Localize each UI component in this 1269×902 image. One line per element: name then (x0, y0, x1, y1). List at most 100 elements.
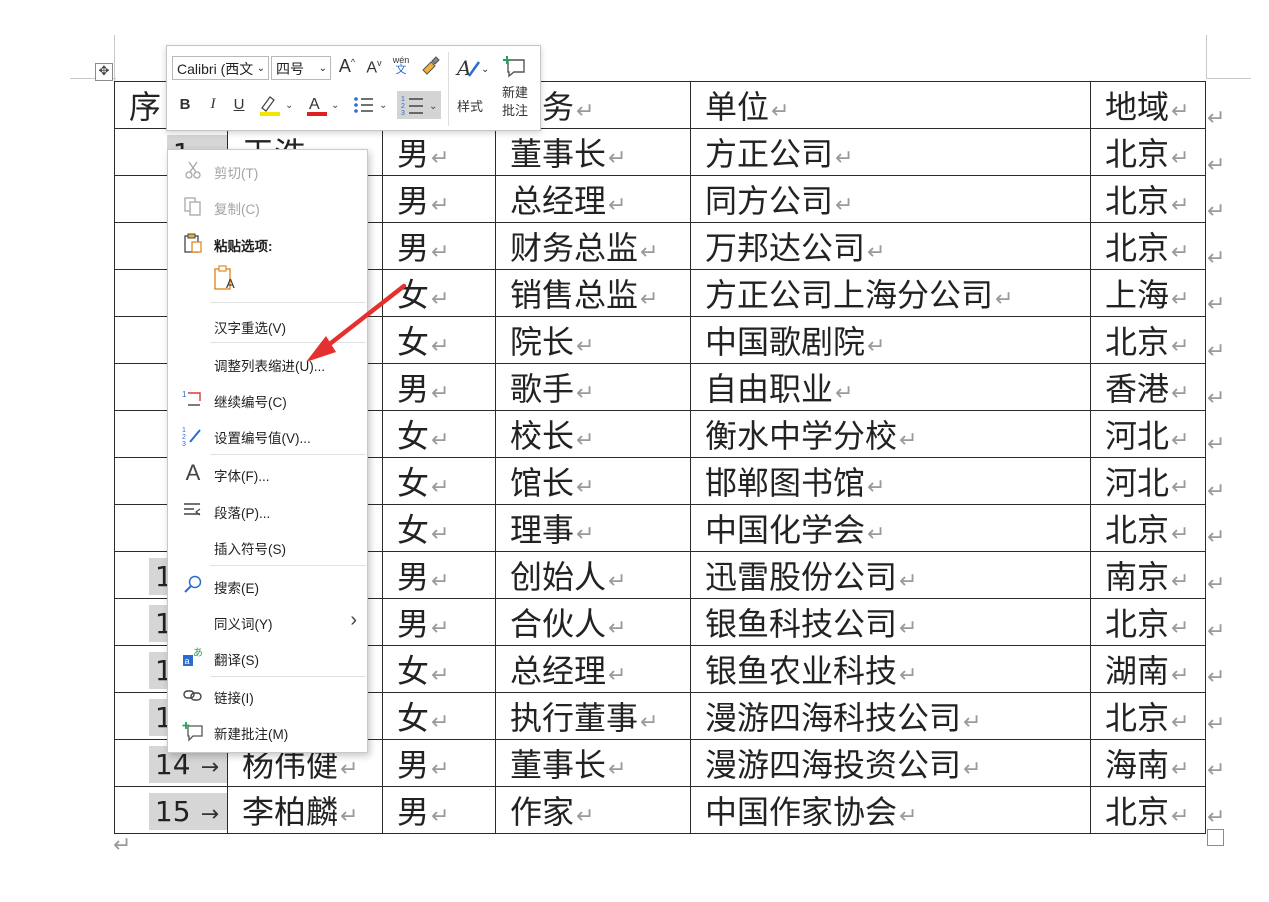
cell-gender[interactable]: 女↵ (382, 692, 496, 740)
cell-title[interactable]: 理事↵ (495, 504, 691, 552)
cell-org[interactable]: 漫游四海科技公司↵ (690, 692, 1091, 740)
context-menu-item[interactable]: 1 2 3 设置编号值(V)... (168, 420, 367, 450)
cell-title[interactable]: 执行董事↵ (495, 692, 691, 740)
cell-title[interactable]: 总经理↵ (495, 175, 691, 223)
context-menu-item[interactable]: A 字体(F)... (168, 458, 367, 488)
font-name-box[interactable]: Calibri (西文 ⌄ (172, 56, 269, 80)
cell-region[interactable]: 湖南↵ (1090, 645, 1206, 693)
number-cell[interactable]: 15 → (114, 786, 228, 834)
font-size-box[interactable]: 四号 ⌄ (271, 56, 331, 80)
cell-title[interactable]: 董事长↵ (495, 128, 691, 176)
cell-org[interactable]: 迅雷股份公司↵ (690, 551, 1091, 599)
cell-region[interactable]: 北京↵ (1090, 598, 1206, 646)
styles-label[interactable]: 样式 (453, 96, 487, 115)
cell-org[interactable]: 同方公司↵ (690, 175, 1091, 223)
cell-title[interactable]: 总经理↵ (495, 645, 691, 693)
cell-title[interactable]: 销售总监↵ (495, 269, 691, 317)
cell-region[interactable]: 香港↵ (1090, 363, 1206, 411)
grow-font-button[interactable]: A^ (337, 56, 357, 77)
font-color-button[interactable]: A ⌄ (305, 92, 341, 122)
cell-gender[interactable]: 男↵ (382, 598, 496, 646)
cell-end-mark: ↵ (835, 146, 854, 171)
paste-keep-text-only-button[interactable]: A (212, 264, 240, 294)
context-menu-item[interactable]: 汉字重选(V) (168, 310, 367, 340)
cell-gender[interactable]: 男↵ (382, 222, 496, 270)
cell-region[interactable]: 北京↵ (1090, 692, 1206, 740)
cell-title[interactable]: 合伙人↵ (495, 598, 691, 646)
cell-gender[interactable]: 男↵ (382, 128, 496, 176)
shrink-font-button[interactable]: Av (364, 58, 384, 77)
cell-title[interactable]: 董事长↵ (495, 739, 691, 787)
cell-org[interactable]: 中国化学会↵ (690, 504, 1091, 552)
italic-button[interactable]: I (205, 96, 221, 113)
cell-org[interactable]: 中国歌剧院↵ (690, 316, 1091, 364)
cell-region[interactable]: 南京↵ (1090, 551, 1206, 599)
cell-gender[interactable]: 男↵ (382, 175, 496, 223)
styles-button[interactable]: A ⌄ (455, 56, 491, 84)
table-move-handle[interactable]: ✥ (95, 63, 113, 81)
cell-gender[interactable]: 男↵ (382, 551, 496, 599)
cell-org[interactable]: 衡水中学分校↵ (690, 410, 1091, 458)
header-cell[interactable]: 地域↵ (1090, 81, 1206, 129)
highlight-button[interactable]: ⌄ (257, 92, 295, 122)
context-menu-item[interactable]: 段落(P)... (168, 495, 367, 525)
cell-region[interactable]: 海南↵ (1090, 739, 1206, 787)
phonetic-guide-button[interactable]: wén 文 (390, 55, 412, 76)
cell-region[interactable]: 河北↵ (1090, 410, 1206, 458)
table-resize-handle[interactable] (1207, 829, 1224, 846)
cell-org[interactable]: 漫游四海投资公司↵ (690, 739, 1091, 787)
format-painter-button[interactable] (419, 54, 441, 80)
context-menu-item[interactable]: 插入符号(S) (168, 531, 367, 561)
cell-gender[interactable]: 男↵ (382, 363, 496, 411)
cell-region[interactable]: 北京↵ (1090, 786, 1206, 834)
context-menu-item[interactable]: 剪切(T) (168, 155, 367, 185)
cell-title[interactable]: 院长↵ (495, 316, 691, 364)
cell-gender[interactable]: 女↵ (382, 410, 496, 458)
context-menu-item[interactable]: 搜索(E) (168, 570, 367, 600)
bold-button[interactable]: B (177, 96, 193, 113)
cell-org[interactable]: 中国作家协会↵ (690, 786, 1091, 834)
cell-gender[interactable]: 男↵ (382, 739, 496, 787)
cell-org[interactable]: 银鱼科技公司↵ (690, 598, 1091, 646)
context-menu-item[interactable]: 同义词(Y) › (168, 606, 367, 636)
context-menu-item[interactable]: a あ翻译(S) (168, 642, 367, 672)
cell-region[interactable]: 北京↵ (1090, 504, 1206, 552)
cell-org[interactable]: 自由职业↵ (690, 363, 1091, 411)
cell-title[interactable]: 创始人↵ (495, 551, 691, 599)
cell-region[interactable]: 河北↵ (1090, 457, 1206, 505)
cell-org[interactable]: 万邦达公司↵ (690, 222, 1091, 270)
cell-org[interactable]: 方正公司↵ (690, 128, 1091, 176)
underline-button[interactable]: U (231, 96, 247, 113)
cell-gender[interactable]: 女↵ (382, 504, 496, 552)
context-menu-item[interactable]: 新建批注(M) (168, 716, 367, 746)
context-menu-item[interactable]: 调整列表缩进(U)... (168, 348, 367, 378)
header-cell[interactable]: 单位↵ (690, 81, 1091, 129)
cell-title[interactable]: 馆长↵ (495, 457, 691, 505)
cell-name[interactable]: 李柏麟↵ (227, 786, 383, 834)
cell-region[interactable]: 北京↵ (1090, 128, 1206, 176)
cell-region[interactable]: 北京↵ (1090, 175, 1206, 223)
new-comment-label[interactable]: 新建 批注 (498, 84, 532, 120)
cell-org[interactable]: 银鱼农业科技↵ (690, 645, 1091, 693)
cell-gender[interactable]: 女↵ (382, 457, 496, 505)
cell-org[interactable]: 方正公司上海分公司↵ (690, 269, 1091, 317)
bullets-button[interactable]: ⌄ (351, 92, 389, 122)
cell-gender[interactable]: 男↵ (382, 786, 496, 834)
cell-region[interactable]: 北京↵ (1090, 222, 1206, 270)
cell-org[interactable]: 邯郸图书馆↵ (690, 457, 1091, 505)
cell-title[interactable]: 校长↵ (495, 410, 691, 458)
cell-gender[interactable]: 女↵ (382, 269, 496, 317)
cell-region[interactable]: 北京↵ (1090, 316, 1206, 364)
context-menu-item[interactable]: 链接(I) (168, 680, 367, 710)
context-menu-item[interactable]: 粘贴选项: (168, 228, 367, 258)
numbering-button[interactable]: 123 ⌄ (397, 91, 441, 119)
cell-gender[interactable]: 女↵ (382, 645, 496, 693)
cell-title[interactable]: 歌手↵ (495, 363, 691, 411)
cell-title[interactable]: 作家↵ (495, 786, 691, 834)
context-menu-item[interactable]: 复制(C) (168, 191, 367, 221)
cell-gender[interactable]: 女↵ (382, 316, 496, 364)
cell-region[interactable]: 上海↵ (1090, 269, 1206, 317)
context-menu-item[interactable]: 1 继续编号(C) (168, 384, 367, 414)
cell-title[interactable]: 财务总监↵ (495, 222, 691, 270)
new-comment-icon-button[interactable] (501, 54, 529, 82)
